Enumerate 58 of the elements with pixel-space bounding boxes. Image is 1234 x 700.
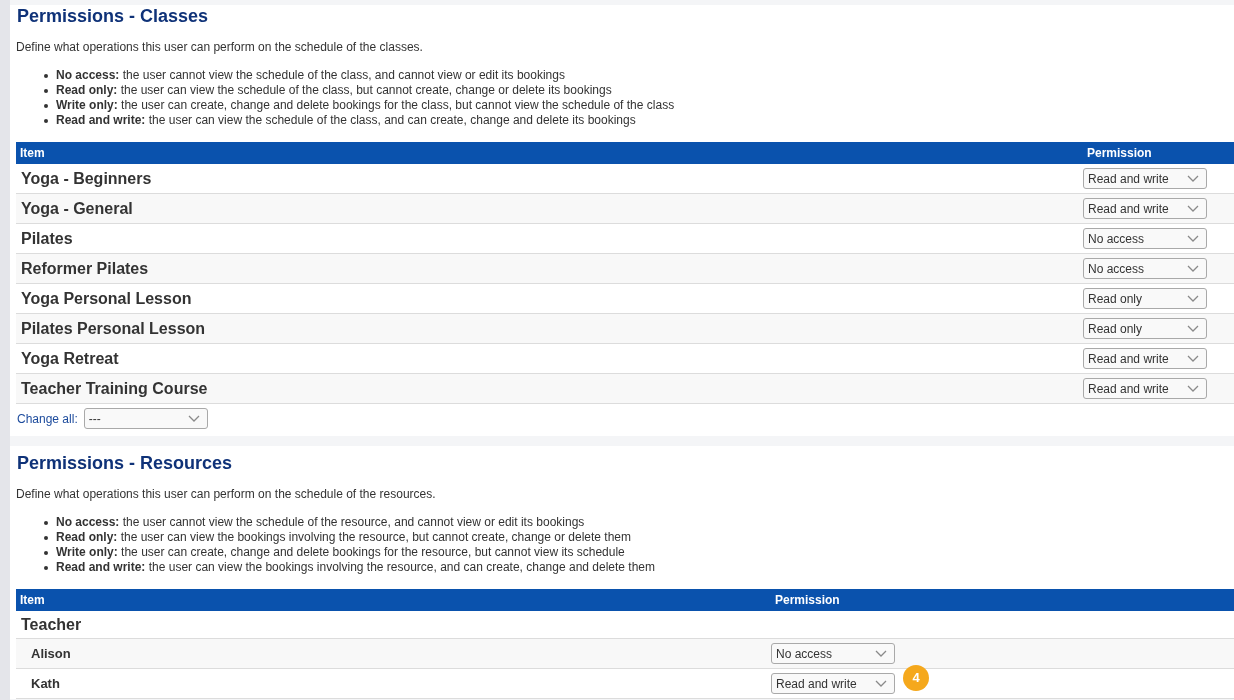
legend-text: Read and write: the user can view the schedule of the class, and can create, change and delete its bookings xyxy=(56,113,636,128)
bullet-icon xyxy=(44,550,48,555)
section-description: Define what operations this user can perform on the schedule of the resources. xyxy=(16,487,437,502)
chevron-down-icon xyxy=(1187,385,1199,392)
legend-text: Write only: the user can create, change and delete bookings for the resource, but cannot view its schedule xyxy=(56,545,625,560)
permission-dropdown[interactable]: Read only xyxy=(1083,318,1207,339)
bullet-icon xyxy=(44,118,48,123)
chevron-down-icon xyxy=(875,680,887,687)
item-name: Yoga - General xyxy=(20,199,133,218)
permission-dropdown[interactable]: Read and write xyxy=(1083,348,1207,369)
chevron-down-icon xyxy=(1187,235,1199,242)
legend-text: Read and write: the user can view the bookings involving the resource, and can create, change and delete them xyxy=(56,560,655,575)
change-all-label: Change all: xyxy=(17,411,78,426)
chevron-down-icon xyxy=(1187,175,1199,182)
bullet-icon xyxy=(44,103,48,108)
permission-dropdown[interactable]: No access xyxy=(1083,228,1207,249)
item-name: Pilates xyxy=(20,229,73,248)
chevron-down-icon xyxy=(875,650,887,657)
item-name: Pilates Personal Lesson xyxy=(20,319,206,338)
permission-dropdown[interactable]: Read and write xyxy=(1083,378,1207,399)
column-header: Item xyxy=(19,146,45,160)
bullet-icon xyxy=(44,520,48,525)
section-title: Permissions - Classes xyxy=(17,5,210,27)
item-name: Reformer Pilates xyxy=(20,259,149,278)
item-name: Alison xyxy=(31,646,71,661)
legend-text: Write only: the user can create, change and delete bookings for the class, but cannot view the schedule of the class xyxy=(56,98,675,113)
column-header: Permission xyxy=(1086,146,1152,160)
chevron-down-icon xyxy=(1187,355,1199,362)
bullet-icon xyxy=(44,88,48,93)
chevron-down-icon xyxy=(1187,265,1199,272)
chevron-down-icon xyxy=(1187,205,1199,212)
chevron-down-icon xyxy=(1187,295,1199,302)
chevron-down-icon xyxy=(1187,325,1199,332)
legend-text: No access: the user cannot view the schedule of the class, and cannot view or edit its bookings xyxy=(56,68,565,83)
section-description: Define what operations this user can perform on the schedule of the classes. xyxy=(16,40,424,55)
permission-dropdown[interactable]: Read and write xyxy=(1083,168,1207,189)
item-name: Yoga Personal Lesson xyxy=(20,289,192,308)
permission-dropdown[interactable]: Read only xyxy=(1083,288,1207,309)
permission-dropdown[interactable]: No access xyxy=(771,643,895,664)
bullet-icon xyxy=(44,73,48,78)
chevron-down-icon xyxy=(187,415,200,422)
permission-dropdown[interactable]: No access xyxy=(1083,258,1207,279)
column-header: Item xyxy=(19,593,45,607)
section-title: Permissions - Resources xyxy=(17,452,234,474)
permission-dropdown[interactable]: Read and write xyxy=(1083,198,1207,219)
permission-dropdown[interactable]: Read and write xyxy=(771,673,895,694)
group-name: Teacher xyxy=(20,615,82,634)
item-name: Yoga Retreat xyxy=(20,349,119,368)
bullet-icon xyxy=(44,565,48,570)
item-name: Yoga - Beginners xyxy=(20,169,152,188)
item-name: Kath xyxy=(31,676,60,691)
legend-text: Read only: the user can view the schedule of the class, but cannot create, change or delete its bookings xyxy=(56,83,612,98)
change-all-dropdown[interactable]: --- xyxy=(83,408,208,429)
item-name: Teacher Training Course xyxy=(20,379,208,398)
legend-text: No access: the user cannot view the schedule of the resource, and cannot view or edit its bookings xyxy=(56,515,585,530)
bullet-icon xyxy=(44,535,48,540)
column-header: Permission xyxy=(774,593,840,607)
legend-text: Read only: the user can view the bookings involving the resource, but cannot create, change or delete them xyxy=(56,530,631,545)
